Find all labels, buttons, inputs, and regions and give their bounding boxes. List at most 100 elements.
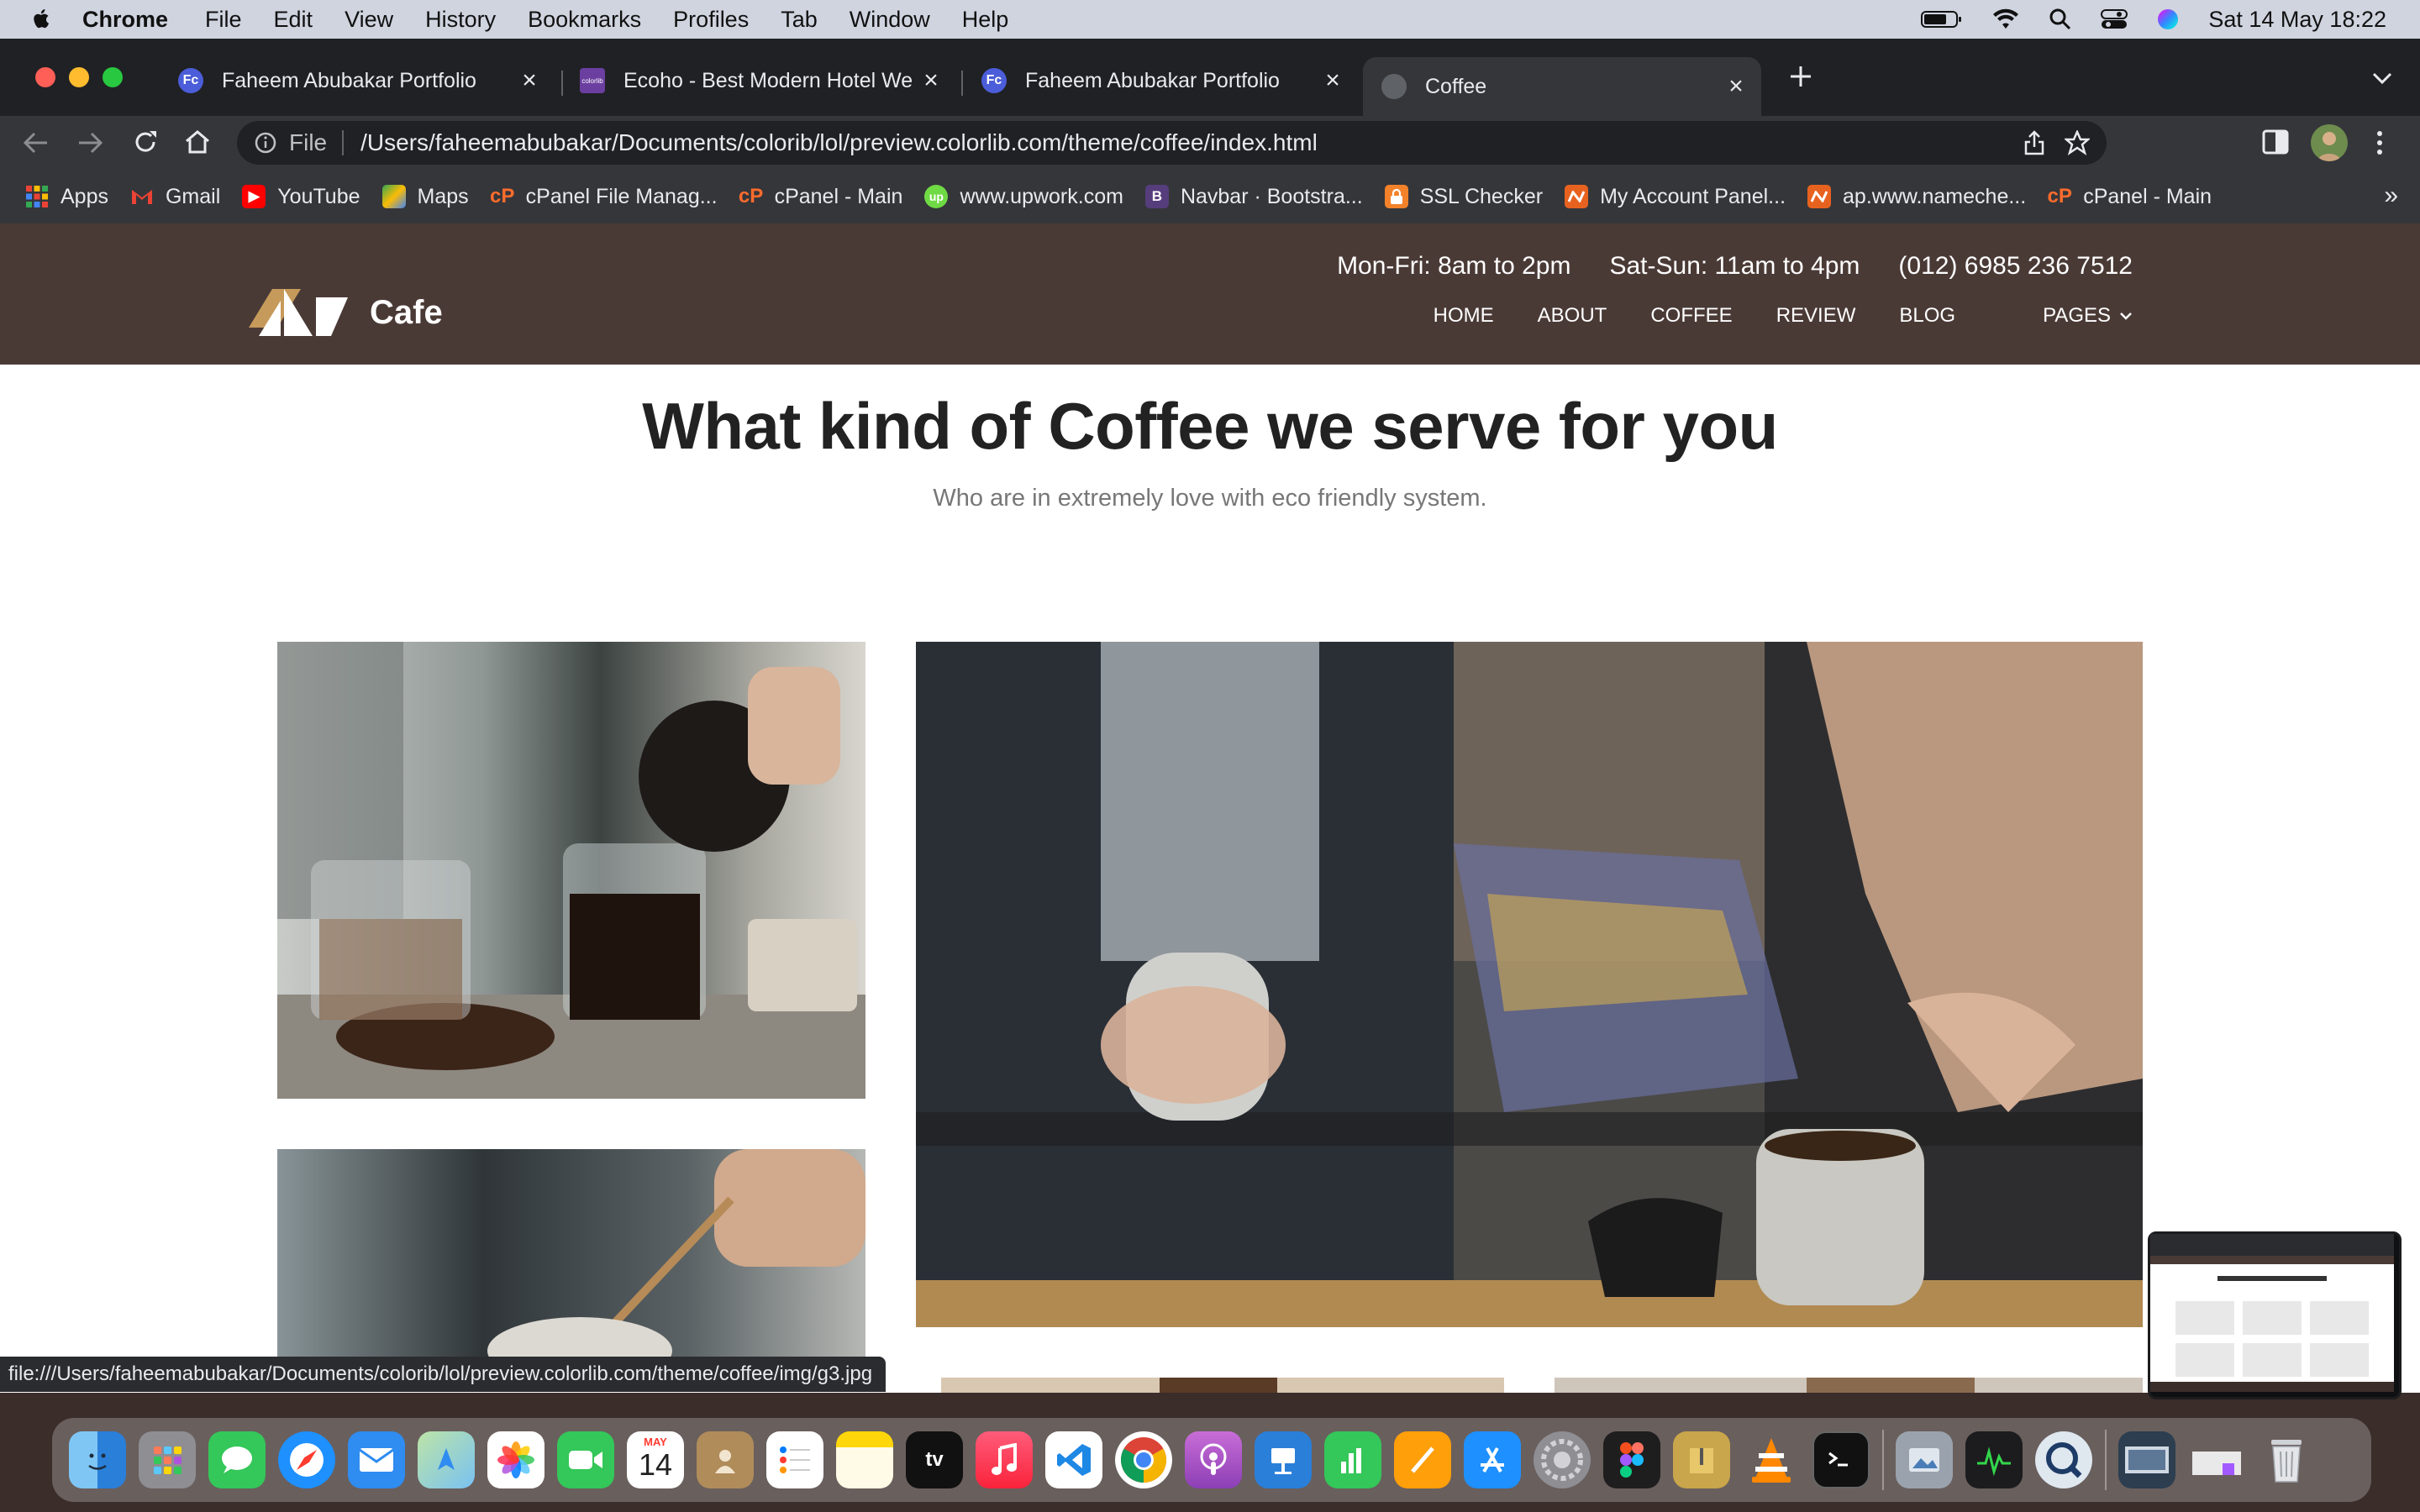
menu-history[interactable]: History: [425, 7, 496, 33]
site-logo[interactable]: Cafe: [249, 286, 443, 339]
activity-monitor-icon[interactable]: [1965, 1431, 2023, 1488]
gallery-image-spooning-coffee[interactable]: [277, 1149, 865, 1361]
bookmark-cpanel-main-2[interactable]: cP cPanel - Main: [2048, 185, 2212, 209]
bookmark-cpanel-main[interactable]: cP cPanel - Main: [739, 185, 903, 209]
tab-close-icon[interactable]: ×: [1316, 66, 1349, 95]
menu-bookmarks[interactable]: Bookmarks: [528, 7, 641, 33]
gallery-image-bottom-right[interactable]: [1555, 1378, 2143, 1393]
facetime-icon[interactable]: [557, 1431, 614, 1488]
site-info-icon[interactable]: [254, 131, 277, 155]
menu-help[interactable]: Help: [962, 7, 1009, 33]
apple-menu-icon[interactable]: [32, 8, 52, 31]
tab-portfolio-2[interactable]: Fc Faheem Abubakar Portfolio ×: [963, 54, 1358, 108]
tab-close-icon[interactable]: ×: [914, 66, 948, 95]
reminders-icon[interactable]: [766, 1431, 823, 1488]
menu-window[interactable]: Window: [850, 7, 930, 33]
siri-icon[interactable]: [2156, 8, 2180, 31]
maps-app-icon[interactable]: [418, 1431, 475, 1488]
calendar-icon[interactable]: MAY 14: [627, 1431, 684, 1488]
menu-file[interactable]: File: [205, 7, 242, 33]
tab-search-chevron-icon[interactable]: [2371, 71, 2393, 86]
bookmark-apps[interactable]: Apps: [25, 185, 108, 209]
safari-icon[interactable]: [278, 1431, 335, 1488]
apple-tv-icon[interactable]: tv: [906, 1431, 963, 1488]
podcasts-icon[interactable]: [1185, 1431, 1242, 1488]
quicktime-icon[interactable]: [2035, 1431, 2092, 1488]
bookmark-upwork[interactable]: up www.upwork.com: [924, 185, 1123, 209]
profile-avatar[interactable]: [2311, 124, 2348, 161]
menu-view[interactable]: View: [345, 7, 393, 33]
bookmark-star-icon[interactable]: [2065, 130, 2090, 155]
wifi-icon[interactable]: [1991, 8, 2020, 30]
trash-icon[interactable]: [2258, 1431, 2315, 1488]
side-panel-icon[interactable]: [2262, 129, 2289, 155]
window-close-button[interactable]: [35, 67, 55, 87]
vlc-icon[interactable]: [1743, 1431, 1800, 1488]
launchpad-icon[interactable]: [139, 1431, 196, 1488]
terminal-icon[interactable]: [1812, 1431, 1870, 1488]
home-icon[interactable]: [183, 128, 212, 156]
menu-profiles[interactable]: Profiles: [673, 7, 749, 33]
figma-icon[interactable]: [1603, 1431, 1660, 1488]
mail-icon[interactable]: [348, 1431, 405, 1488]
menu-edit[interactable]: Edit: [274, 7, 313, 33]
tab-close-icon[interactable]: ×: [1719, 72, 1753, 101]
pages-icon[interactable]: [1394, 1431, 1451, 1488]
screenshot-preview-thumbnail[interactable]: [2148, 1231, 2402, 1399]
tab-coffee-active[interactable]: Coffee ×: [1363, 57, 1761, 116]
recent-folder-stack-icon[interactable]: [2118, 1431, 2175, 1488]
contacts-icon[interactable]: [697, 1431, 754, 1488]
control-center-icon[interactable]: [2101, 8, 2128, 30]
chrome-menu-kebab-icon[interactable]: [2375, 129, 2385, 156]
new-tab-plus-icon[interactable]: [1786, 62, 1815, 91]
menu-clock[interactable]: Sat 14 May 18:22: [2208, 7, 2386, 33]
address-url[interactable]: /Users/faheemabubakar/Documents/colorib/…: [360, 129, 1318, 156]
app-store-icon[interactable]: [1464, 1431, 1521, 1488]
bookmark-namecheap-ap[interactable]: ap.www.nameche...: [1807, 185, 2026, 209]
gallery-image-bottom-left[interactable]: [941, 1378, 1504, 1393]
archive-utility-icon[interactable]: [1673, 1431, 1730, 1488]
downloads-stack-icon[interactable]: [2188, 1431, 2245, 1488]
nav-pages[interactable]: PAGES: [1999, 304, 2133, 328]
forward-arrow-icon[interactable]: [76, 129, 104, 156]
photos-icon[interactable]: [487, 1431, 544, 1488]
music-icon[interactable]: [976, 1431, 1033, 1488]
bookmarks-overflow-chevron-icon[interactable]: »: [2384, 181, 2398, 210]
bookmark-bootstrap-navbar[interactable]: B Navbar · Bootstra...: [1144, 185, 1363, 209]
gallery-image-pouring-coffee[interactable]: [277, 642, 865, 1099]
nav-review[interactable]: REVIEW: [1776, 304, 1856, 328]
numbers-icon[interactable]: [1324, 1431, 1381, 1488]
system-preferences-icon[interactable]: [1534, 1431, 1591, 1488]
bookmark-gmail[interactable]: Gmail: [130, 185, 220, 209]
address-bar[interactable]: File /Users/faheemabubakar/Documents/col…: [237, 121, 2107, 165]
bookmark-youtube[interactable]: ▶ YouTube: [242, 185, 360, 209]
nav-home[interactable]: HOME: [1434, 304, 1494, 328]
reload-icon[interactable]: [131, 128, 160, 156]
tab-portfolio-1[interactable]: Fc Faheem Abubakar Portfolio ×: [160, 54, 555, 108]
bookmark-cpanel-file-manager[interactable]: cP cPanel File Manag...: [490, 185, 718, 209]
nav-blog[interactable]: BLOG: [1899, 304, 1955, 328]
phone-number[interactable]: (012) 6985 236 7512: [1898, 252, 2133, 281]
preview-app-icon[interactable]: [1896, 1431, 1953, 1488]
notes-icon[interactable]: [836, 1431, 893, 1488]
menu-app-name[interactable]: Chrome: [82, 7, 168, 33]
tab-close-icon[interactable]: ×: [513, 66, 546, 95]
battery-icon[interactable]: [1921, 9, 1963, 29]
vscode-icon[interactable]: [1045, 1431, 1102, 1488]
tab-ecoho[interactable]: colorlib Ecoho - Best Modern Hotel We ×: [561, 54, 956, 108]
bookmark-ssl-checker[interactable]: SSL Checker: [1384, 185, 1543, 209]
gallery-image-couple-with-mugs[interactable]: [916, 642, 2143, 1327]
spotlight-search-icon[interactable]: [2049, 8, 2072, 31]
chrome-icon[interactable]: [1115, 1431, 1172, 1488]
keynote-icon[interactable]: [1255, 1431, 1312, 1488]
window-zoom-button[interactable]: [103, 67, 123, 87]
bookmark-maps[interactable]: Maps: [381, 185, 469, 209]
nav-coffee[interactable]: COFFEE: [1650, 304, 1732, 328]
messages-icon[interactable]: [208, 1431, 266, 1488]
share-icon[interactable]: [2023, 130, 2046, 155]
nav-about[interactable]: ABOUT: [1538, 304, 1607, 328]
menu-tab[interactable]: Tab: [781, 7, 818, 33]
bookmark-my-account-panel[interactable]: My Account Panel...: [1565, 185, 1786, 209]
window-minimize-button[interactable]: [69, 67, 89, 87]
finder-icon[interactable]: [69, 1431, 126, 1488]
